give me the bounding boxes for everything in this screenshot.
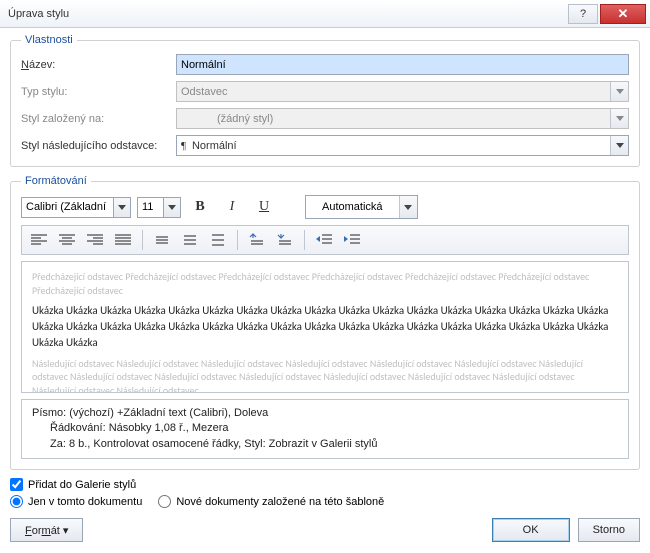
this-document-radio[interactable]: Jen v tomto dokumentu [10, 495, 142, 508]
help-button[interactable]: ? [568, 4, 598, 24]
following-select[interactable]: ¶Normální [176, 135, 629, 156]
align-left-button[interactable] [26, 229, 52, 251]
following-label: Styl následujícího odstavce: [21, 140, 176, 152]
name-input[interactable] [176, 54, 629, 75]
window-title: Úprava stylu [8, 8, 566, 20]
size-input[interactable] [137, 197, 163, 218]
preview-before: Předcházející odstavec Předcházející ods… [32, 270, 618, 297]
medium-space-button[interactable] [177, 229, 203, 251]
formatting-legend: Formátování [21, 175, 91, 187]
chevron-down-icon[interactable] [163, 197, 181, 218]
chevron-down-icon[interactable] [113, 197, 131, 218]
properties-group: Vlastnosti Název: Typ stylu: Odstavec St… [10, 34, 640, 167]
properties-legend: Vlastnosti [21, 34, 77, 46]
format-menu-button[interactable]: Formát ▾ [10, 518, 83, 542]
increase-space-before-button[interactable] [244, 229, 270, 251]
align-center-button[interactable] [54, 229, 80, 251]
add-to-gallery-checkbox[interactable] [10, 478, 23, 491]
type-select: Odstavec [176, 81, 629, 102]
align-right-button[interactable] [82, 229, 108, 251]
ok-button[interactable]: OK [492, 518, 570, 542]
description-box: Písmo: (výchozí) +Základní text (Calibri… [21, 399, 629, 459]
preview-after: Následující odstavec Následující odstave… [32, 357, 618, 393]
preview-sample: Ukázka Ukázka Ukázka Ukázka Ukázka Ukázk… [32, 303, 618, 351]
decrease-space-before-button[interactable] [272, 229, 298, 251]
desc-line-1: Písmo: (výchozí) +Základní text (Calibri… [32, 407, 268, 419]
based-on-label: Styl založený na: [21, 113, 176, 125]
formatting-group: Formátování B I U Automatická [10, 175, 640, 470]
based-on-select: (žádný styl) [176, 108, 629, 129]
name-label: Název: [21, 59, 176, 71]
new-documents-radio[interactable]: Nové dokumenty založené na této šabloně [158, 495, 384, 508]
font-color-select[interactable]: Automatická [305, 195, 418, 219]
size-combo[interactable] [137, 197, 181, 218]
preview-box: Předcházející odstavec Předcházející ods… [21, 261, 629, 393]
align-justify-button[interactable] [110, 229, 136, 251]
bold-button[interactable]: B [187, 195, 213, 219]
italic-button[interactable]: I [219, 195, 245, 219]
title-bar: Úprava stylu ? ✕ [0, 0, 650, 28]
paragraph-toolbar [21, 225, 629, 255]
type-label: Typ stylu: [21, 86, 176, 98]
chevron-down-icon[interactable] [399, 196, 417, 218]
increase-indent-button[interactable] [339, 229, 365, 251]
cancel-button[interactable]: Storno [578, 518, 640, 542]
font-combo[interactable] [21, 197, 131, 218]
decrease-indent-button[interactable] [311, 229, 337, 251]
close-button[interactable]: ✕ [600, 4, 646, 24]
double-space-button[interactable] [205, 229, 231, 251]
underline-button[interactable]: U [251, 195, 277, 219]
desc-line-2: Řádkování: Násobky 1,08 ř., Mezera [32, 421, 618, 436]
single-space-button[interactable] [149, 229, 175, 251]
font-input[interactable] [21, 197, 113, 218]
add-to-gallery-label[interactable]: Přidat do Galerie stylů [28, 479, 136, 491]
desc-line-3: Za: 8 b., Kontrolovat osamocené řádky, S… [32, 437, 618, 452]
